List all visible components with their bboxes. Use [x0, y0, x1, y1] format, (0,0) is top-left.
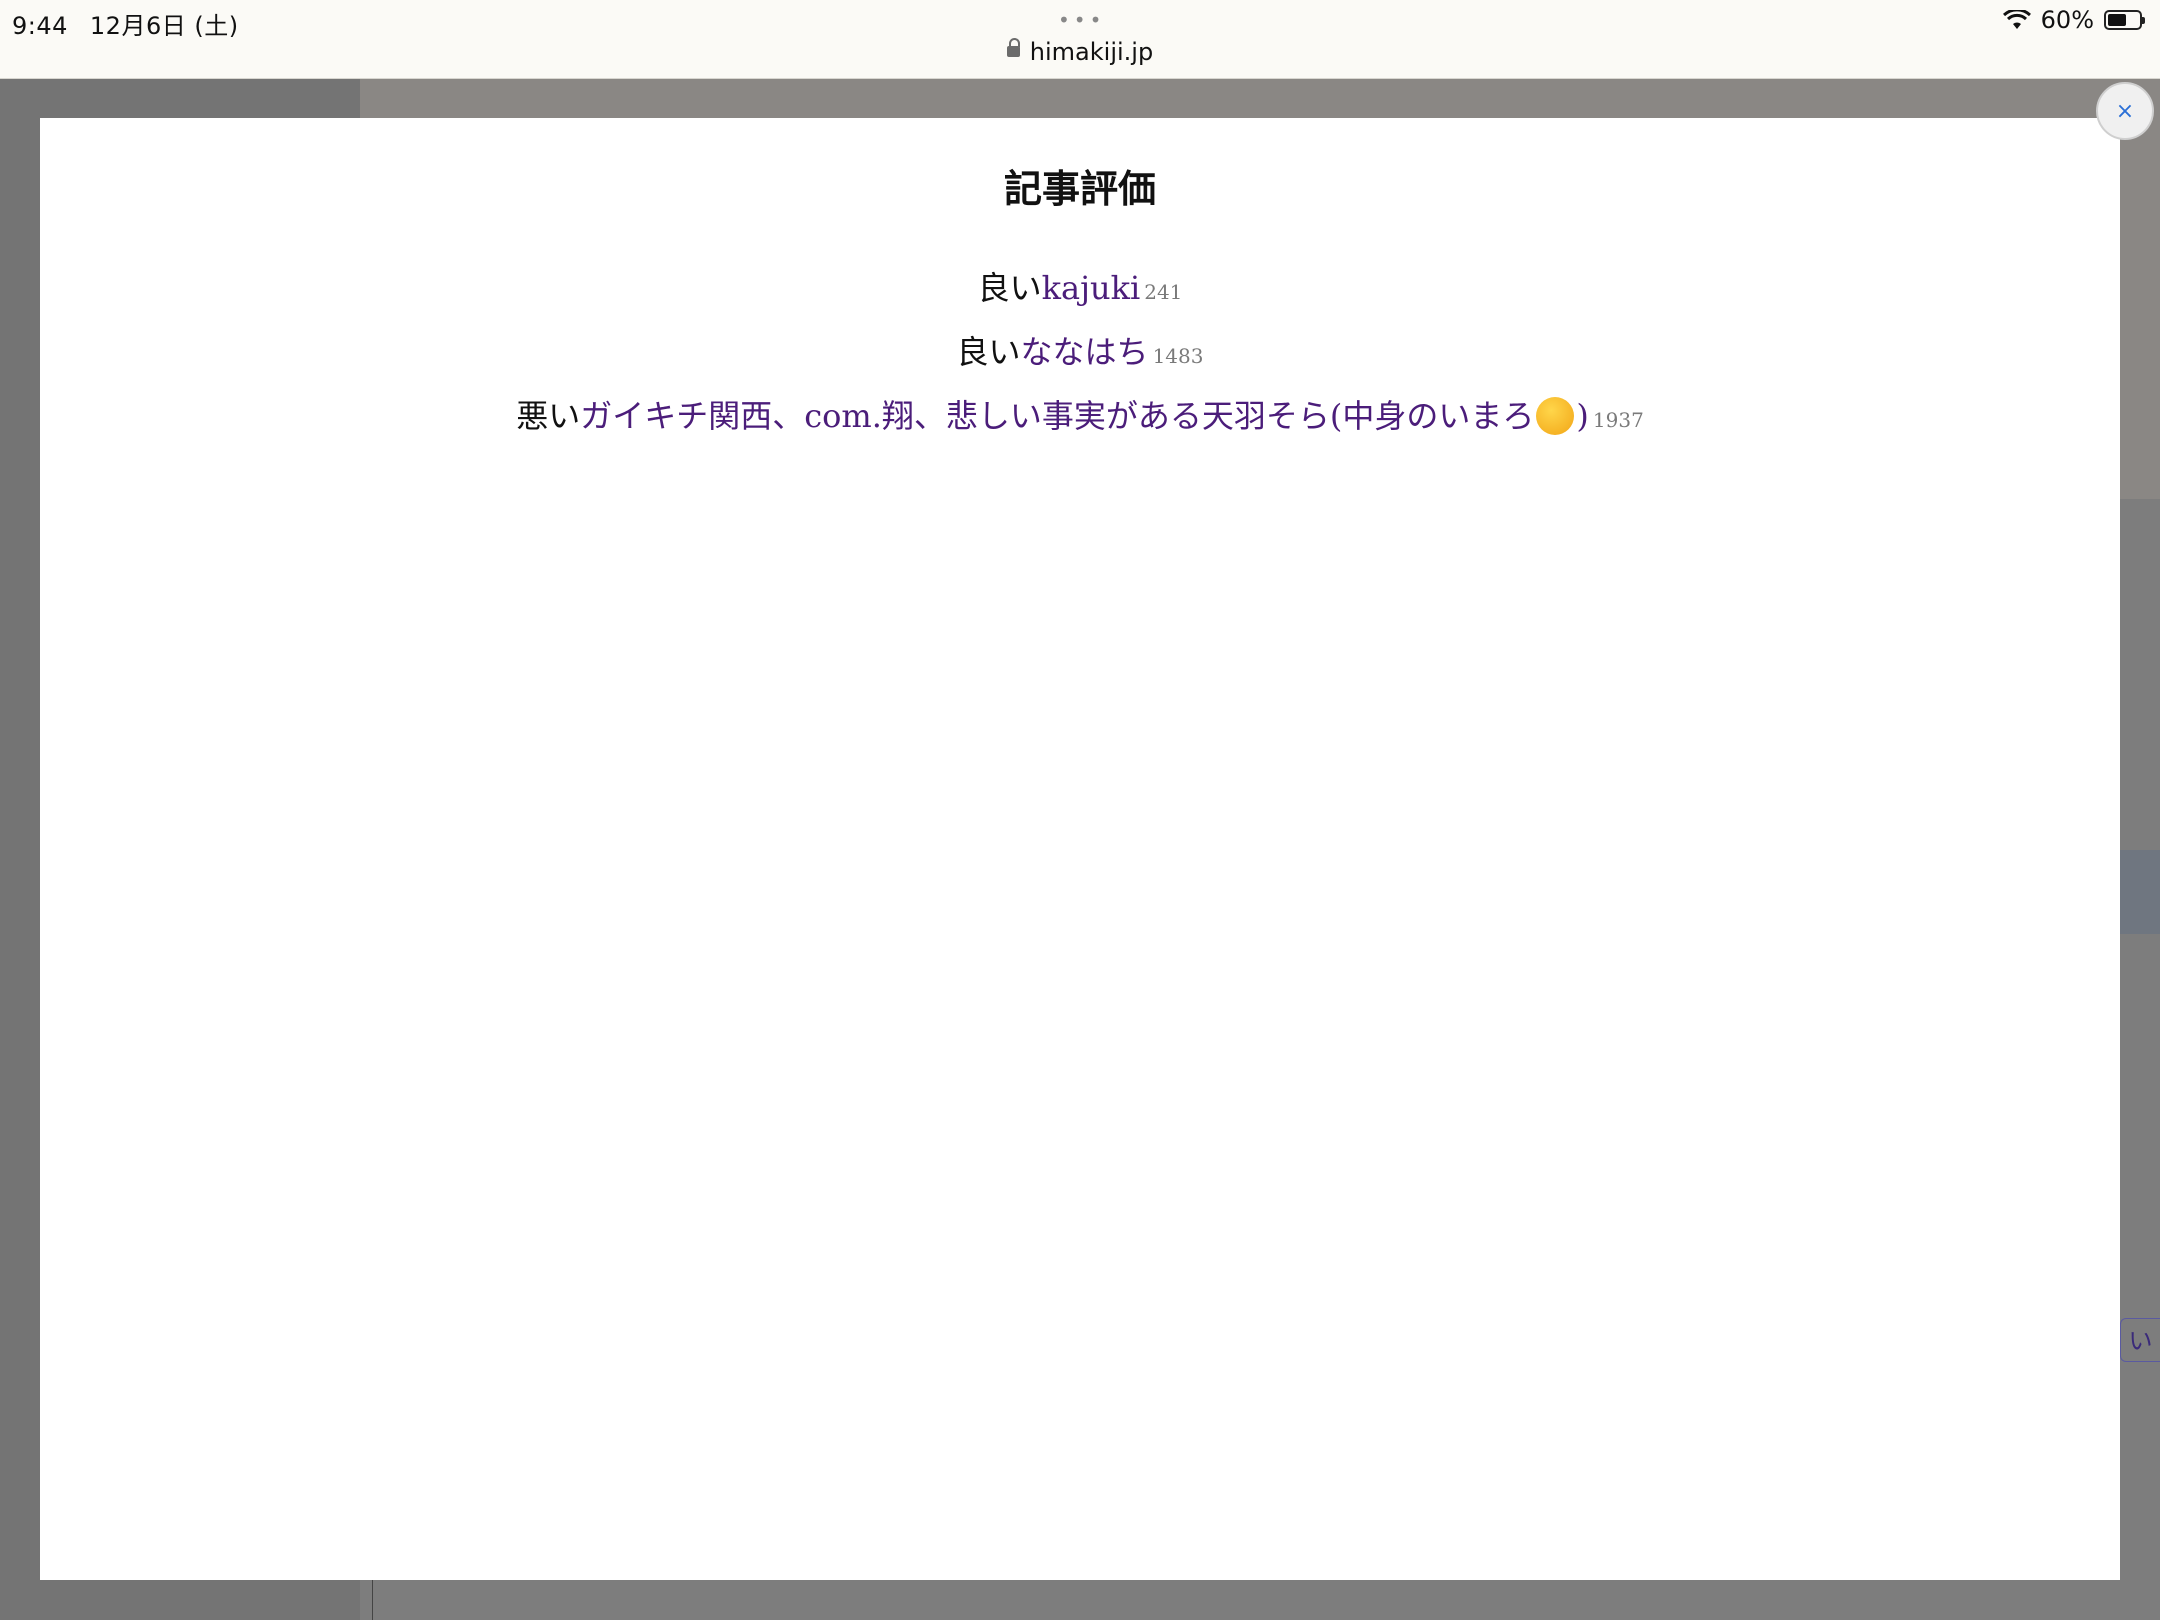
rating-row: 良いkajuki 241 [40, 258, 2120, 322]
background-strip [2120, 850, 2160, 934]
address-bar[interactable]: himakiji.jp [0, 37, 2160, 66]
battery-icon [2104, 10, 2145, 30]
voter-link[interactable]: ガイキチ関西、com.翔、悲しい事実がある天羽そら(中身のいまろ) [580, 396, 1589, 435]
rating-modal: 記事評価 良いkajuki 241 良いななはち 1483 悪いガイキチ関西、com… [40, 118, 2120, 1580]
voter-link[interactable]: ななはち [1021, 333, 1149, 371]
status-time-date: 9:44 12月6日 (土) [12, 6, 239, 41]
voter-count: 1483 [1152, 344, 1204, 368]
voter-count: 1937 [1592, 408, 1644, 432]
lock-icon [1006, 37, 1020, 57]
status-time: 9:44 [12, 12, 68, 40]
voter-link[interactable]: kajuki [1042, 269, 1141, 307]
rating-label: 良い [977, 269, 1042, 307]
voter-count: 241 [1144, 280, 1183, 304]
browser-top-bar: 9:44 12月6日 (土) ••• himakiji.jp 60% [0, 0, 2160, 79]
status-right: 60% [2002, 6, 2145, 34]
ratings-list: 良いkajuki 241 良いななはち 1483 悪いガイキチ関西、com.翔、悲し… [40, 258, 2120, 450]
rating-label: 良い [956, 333, 1021, 371]
rating-row: 良いななはち 1483 [40, 322, 2120, 386]
tab-menu-dots[interactable]: ••• [1058, 8, 1105, 32]
voter-name-suffix: ) [1576, 397, 1589, 435]
close-modal-button[interactable]: × [2096, 82, 2154, 140]
rating-row: 悪いガイキチ関西、com.翔、悲しい事実がある天羽そら(中身のいまろ) 1937 [40, 386, 2120, 450]
voter-name: ガイキチ関西、com.翔、悲しい事実がある天羽そら(中身のいまろ [580, 397, 1535, 435]
status-date: 12月6日 (土) [89, 12, 239, 40]
background-button-edge: い [2120, 1318, 2160, 1362]
url-text: himakiji.jp [1029, 38, 1154, 66]
rating-label: 悪い [516, 397, 581, 435]
modal-title: 記事評価 [1003, 166, 1156, 211]
wifi-icon [2002, 10, 2031, 29]
kissing-face-emoji-icon [1536, 396, 1575, 435]
battery-percent: 60% [2040, 6, 2094, 34]
